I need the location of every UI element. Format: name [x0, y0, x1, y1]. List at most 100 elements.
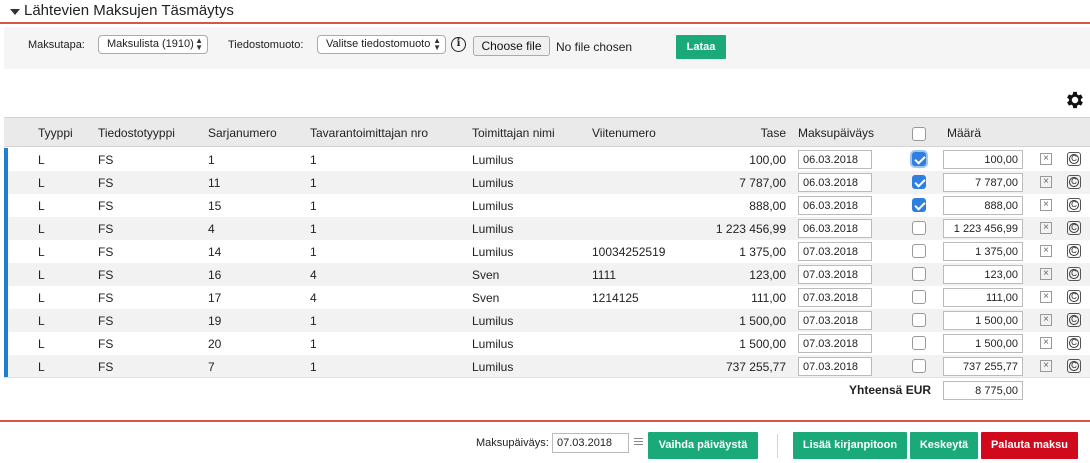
cell-serial: 17 [208, 291, 222, 305]
amount-field[interactable]: 1 500,00 [943, 311, 1023, 330]
list-icon[interactable] [634, 438, 643, 447]
payment-method-select[interactable]: Maksulista (1910) ▲ ▼ [98, 35, 208, 54]
payment-date-field[interactable]: 06.03.2018 [798, 150, 872, 169]
table-row[interactable]: L FS 19 1 Lumilus 1 500,00 07.03.2018 1 500,00 ×… [4, 309, 1090, 332]
remove-row-icon[interactable]: × [1040, 245, 1052, 257]
column-header-supplier-name[interactable]: Toimittajan nimi [472, 126, 555, 140]
page-header: Lähtevien Maksujen Täsmäytys [0, 0, 1090, 24]
file-format-label: Tiedostomuoto: [228, 39, 304, 51]
cell-balance: 1 500,00 [739, 314, 786, 328]
payment-date-field[interactable]: 06.03.2018 [798, 219, 872, 238]
return-payment-button[interactable]: Palauta maksu [981, 432, 1078, 459]
row-checkbox[interactable] [912, 221, 926, 235]
abort-button[interactable]: Keskeytä [910, 432, 978, 459]
copy-icon[interactable]: C [1067, 152, 1081, 166]
table-row[interactable]: L FS 15 1 Lumilus 888,00 06.03.2018 888,00 × C [4, 194, 1090, 217]
page-title: Lähtevien Maksujen Täsmäytys [24, 2, 234, 19]
cell-supplier-no: 1 [310, 337, 317, 351]
cell-supplier-no: 1 [310, 245, 317, 259]
cell-type: L [38, 291, 45, 305]
cell-supplier-name: Lumilus [472, 199, 514, 213]
table-row[interactable]: L FS 14 1 Lumilus 10034252519 1 375,00 07.03.20… [4, 240, 1090, 263]
payment-date-field[interactable]: 07.03.2018 [798, 288, 872, 307]
column-header-amount[interactable]: Määrä [947, 126, 981, 140]
payment-date-field[interactable]: 07.03.2018 [798, 357, 872, 376]
copy-icon[interactable]: C [1067, 336, 1081, 350]
remove-row-icon[interactable]: × [1040, 153, 1052, 165]
amount-field[interactable]: 737 255,77 [943, 357, 1023, 376]
file-format-select[interactable]: Valitse tiedostomuoto ▲ ▼ [317, 35, 446, 54]
amount-field[interactable]: 1 223 456,99 [943, 219, 1023, 238]
add-to-ledger-button[interactable]: Lisää kirjanpitoon [793, 432, 907, 459]
cell-balance: 100,00 [749, 153, 786, 167]
column-header-balance[interactable]: Tase [704, 126, 786, 140]
amount-field[interactable]: 7 787,00 [943, 173, 1023, 192]
payment-date-field[interactable]: 07.03.2018 [798, 334, 872, 353]
column-header-type[interactable]: Tyyppi [38, 126, 73, 140]
filter-bar: Maksutapa: Maksulista (1910) ▲ ▼ Tiedosto… [4, 27, 1090, 69]
cell-balance: 1 223 456,99 [715, 222, 786, 236]
info-icon[interactable]: i [451, 37, 466, 52]
copy-icon[interactable]: C [1067, 267, 1081, 281]
column-header-file-type[interactable]: Tiedostotyyppi [98, 126, 175, 140]
remove-row-icon[interactable]: × [1040, 222, 1052, 234]
row-checkbox[interactable] [912, 359, 926, 373]
load-button[interactable]: Lataa [676, 35, 726, 59]
table-row[interactable]: L FS 1 1 Lumilus 100,00 06.03.2018 100,00 × C [4, 148, 1090, 171]
cell-serial: 1 [208, 153, 215, 167]
amount-field[interactable]: 1 500,00 [943, 334, 1023, 353]
amount-field[interactable]: 123,00 [943, 265, 1023, 284]
amount-field[interactable]: 888,00 [943, 196, 1023, 215]
payment-date-field[interactable]: 07.03.2018 [798, 265, 872, 284]
payment-date-field[interactable]: 06.03.2018 [798, 196, 872, 215]
collapse-caret-icon[interactable] [10, 9, 20, 15]
amount-field[interactable]: 111,00 [943, 288, 1023, 307]
cell-supplier-no: 1 [310, 222, 317, 236]
change-date-button[interactable]: Vaihda päiväystä [648, 432, 758, 459]
copy-icon[interactable]: C [1067, 244, 1081, 258]
payment-date-field[interactable]: 06.03.2018 [798, 173, 872, 192]
row-checkbox[interactable] [912, 244, 926, 258]
cell-supplier-name: Sven [472, 291, 500, 305]
copy-icon[interactable]: C [1067, 290, 1081, 304]
table-row[interactable]: L FS 4 1 Lumilus 1 223 456,99 06.03.2018 1 223 … [4, 217, 1090, 240]
column-header-serial[interactable]: Sarjanumero [208, 126, 277, 140]
choose-file-button[interactable]: Choose file [473, 36, 550, 56]
copy-icon[interactable]: C [1067, 221, 1081, 235]
footer-date-label: Maksupäiväys: [476, 437, 549, 449]
remove-row-icon[interactable]: × [1040, 337, 1052, 349]
payment-date-field[interactable]: 07.03.2018 [798, 311, 872, 330]
copy-icon[interactable]: C [1067, 359, 1081, 373]
row-checkbox[interactable] [912, 175, 926, 189]
copy-icon[interactable]: C [1067, 175, 1081, 189]
remove-row-icon[interactable]: × [1040, 360, 1052, 372]
cell-type: L [38, 268, 45, 282]
column-header-reference[interactable]: Viitenumero [592, 126, 656, 140]
amount-field[interactable]: 1 375,00 [943, 242, 1023, 261]
remove-row-icon[interactable]: × [1040, 268, 1052, 280]
row-checkbox[interactable] [912, 336, 926, 350]
row-checkbox[interactable] [912, 290, 926, 304]
remove-row-icon[interactable]: × [1040, 199, 1052, 211]
row-checkbox[interactable] [912, 313, 926, 327]
copy-icon[interactable]: C [1067, 198, 1081, 212]
row-checkbox[interactable] [912, 152, 926, 166]
table-row[interactable]: L FS 11 1 Lumilus 7 787,00 06.03.2018 7 787,00 ×… [4, 171, 1090, 194]
column-header-supplier-no[interactable]: Tavarantoimittajan nro [310, 126, 428, 140]
row-checkbox[interactable] [912, 267, 926, 281]
table-row[interactable]: L FS 20 1 Lumilus 1 500,00 07.03.2018 1 500,00 ×… [4, 332, 1090, 355]
column-header-payment-date[interactable]: Maksupäiväys [798, 126, 874, 140]
table-row[interactable]: L FS 7 1 Lumilus 737 255,77 07.03.2018 737 255,… [4, 355, 1090, 378]
select-all-checkbox[interactable] [912, 127, 926, 141]
amount-field[interactable]: 100,00 [943, 150, 1023, 169]
payment-date-field[interactable]: 07.03.2018 [798, 242, 872, 261]
remove-row-icon[interactable]: × [1040, 176, 1052, 188]
gear-icon[interactable] [1064, 89, 1086, 111]
table-row[interactable]: L FS 16 4 Sven 1111 123,00 07.03.2018 123,00 × C [4, 263, 1090, 286]
table-row[interactable]: L FS 17 4 Sven 1214125 111,00 07.03.2018 111,00 ×… [4, 286, 1090, 309]
row-checkbox[interactable] [912, 198, 926, 212]
footer-date-field[interactable]: 07.03.2018 [552, 433, 629, 453]
remove-row-icon[interactable]: × [1040, 291, 1052, 303]
remove-row-icon[interactable]: × [1040, 314, 1052, 326]
copy-icon[interactable]: C [1067, 313, 1081, 327]
